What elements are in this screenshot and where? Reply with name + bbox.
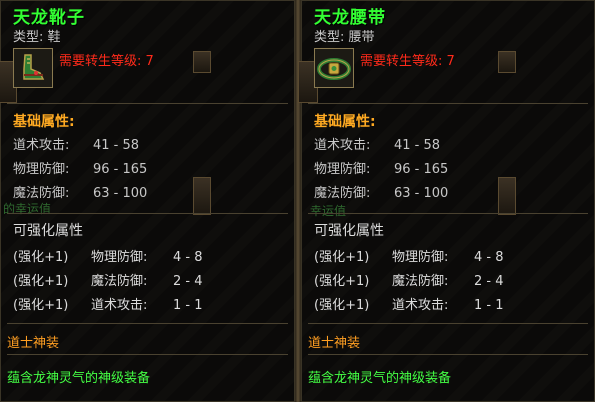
enhance-row: (强化+1) 道术攻击: 1 - 1	[13, 294, 203, 313]
enhance-attribute: 魔法防御:	[91, 274, 148, 289]
enhance-row: (强化+1) 道术攻击: 1 - 1	[314, 294, 504, 313]
enhance-row: (强化+1) 物理防御: 4 - 8	[13, 246, 203, 265]
item-description: 蕴含龙神灵气的神级装备	[308, 371, 452, 386]
divider-line	[7, 354, 288, 355]
enhance-attribute: 物理防御:	[91, 250, 148, 265]
level-requirement: 需要转生等级: 7	[59, 54, 154, 69]
enhance-attribute: 物理防御:	[392, 250, 449, 265]
attribute-label: 物理防御:	[13, 162, 70, 177]
background-slot	[193, 177, 211, 215]
divider-line	[7, 323, 288, 324]
attribute-value: 63 - 100	[394, 186, 449, 201]
enhance-attribute: 道术攻击:	[91, 298, 148, 313]
set-label: 道士神装	[308, 336, 361, 351]
item-type: 类型: 鞋	[13, 30, 61, 45]
attribute-value: 96 - 165	[93, 162, 148, 177]
basic-attributes-title: 基础属性:	[314, 114, 376, 130]
enhance-level: (强化+1)	[314, 250, 370, 265]
attribute-value: 41 - 58	[93, 138, 140, 153]
enhance-row: (强化+1) 物理防御: 4 - 8	[314, 246, 504, 265]
item-type: 类型: 腰带	[314, 30, 375, 45]
attribute-value: 41 - 58	[394, 138, 441, 153]
item-name: 天龙腰带	[314, 8, 386, 28]
enhance-title: 可强化属性	[13, 223, 83, 239]
attribute-row: 魔法防御: 63 - 100	[13, 182, 147, 201]
enhance-title: 可强化属性	[314, 223, 384, 239]
attribute-row: 物理防御: 96 - 165	[314, 158, 448, 177]
background-slot	[498, 177, 516, 215]
divider-line	[308, 323, 588, 324]
divider-line	[7, 103, 288, 104]
attribute-label: 魔法防御:	[13, 186, 70, 201]
enhance-level: (强化+1)	[314, 274, 370, 289]
faded-background-text: 的幸运值	[3, 202, 52, 216]
enhance-range: 1 - 1	[474, 298, 504, 313]
background-slot	[193, 51, 211, 73]
item-tooltip-belt: 天龙腰带 类型: 腰带 需要转生等级: 7 基础属性: 道术攻击: 41 - 58…	[298, 0, 595, 402]
enhance-range: 1 - 1	[173, 298, 203, 313]
enhance-level: (强化+1)	[13, 298, 69, 313]
divider-line	[308, 213, 588, 214]
enhance-attribute: 魔法防御:	[392, 274, 449, 289]
attribute-label: 道术攻击:	[13, 138, 70, 153]
enhance-range: 4 - 8	[474, 250, 504, 265]
boots-icon	[13, 48, 53, 88]
enhance-level: (强化+1)	[13, 250, 69, 265]
enhance-range: 2 - 4	[474, 274, 504, 289]
item-name: 天龙靴子	[13, 8, 85, 28]
attribute-row: 道术攻击: 41 - 58	[13, 134, 139, 153]
item-description: 蕴含龙神灵气的神级装备	[7, 371, 151, 386]
divider-line	[308, 354, 588, 355]
enhance-range: 2 - 4	[173, 274, 203, 289]
enhance-row: (强化+1) 魔法防御: 2 - 4	[314, 270, 504, 289]
divider-line	[308, 103, 588, 104]
basic-attributes-title: 基础属性:	[13, 114, 75, 130]
item-tooltip-boots: 天龙靴子 类型: 鞋 需要转生等级: 7 基础属性: 道术攻击: 41 - 58 …	[0, 0, 295, 402]
enhance-range: 4 - 8	[173, 250, 203, 265]
attribute-label: 物理防御:	[314, 162, 371, 177]
background-slot	[498, 51, 516, 73]
enhance-level: (强化+1)	[13, 274, 69, 289]
attribute-label: 魔法防御:	[314, 186, 371, 201]
attribute-label: 道术攻击:	[314, 138, 371, 153]
attribute-row: 物理防御: 96 - 165	[13, 158, 147, 177]
enhance-level: (强化+1)	[314, 298, 370, 313]
set-label: 道士神装	[7, 336, 60, 351]
attribute-value: 63 - 100	[93, 186, 148, 201]
attribute-row: 道术攻击: 41 - 58	[314, 134, 440, 153]
attribute-row: 魔法防御: 63 - 100	[314, 182, 448, 201]
attribute-value: 96 - 165	[394, 162, 449, 177]
belt-icon	[314, 48, 354, 88]
faded-background-text: 幸运值	[310, 204, 347, 218]
level-requirement: 需要转生等级: 7	[360, 54, 455, 69]
divider-line	[7, 213, 288, 214]
enhance-row: (强化+1) 魔法防御: 2 - 4	[13, 270, 203, 289]
enhance-attribute: 道术攻击:	[392, 298, 449, 313]
